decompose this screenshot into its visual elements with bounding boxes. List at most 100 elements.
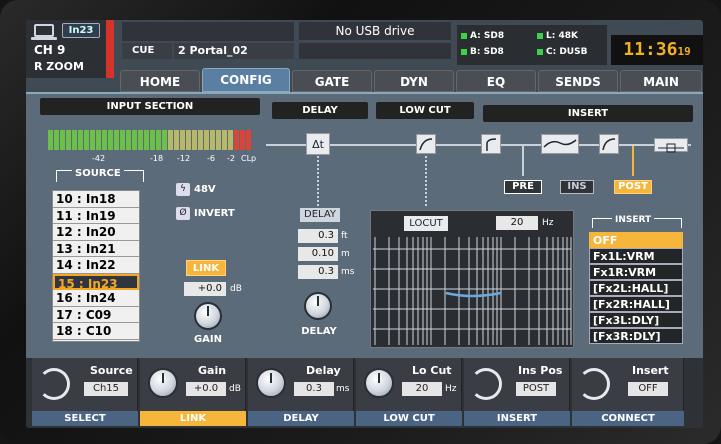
list-item[interactable]: 13 : In21 — [53, 241, 139, 257]
gain-encoder-knob[interactable] — [148, 368, 178, 398]
encoder-strip: Source Ch15 SELECT Gain +0.0 dB LINK Del… — [26, 358, 703, 428]
gain-label: GAIN — [193, 334, 223, 345]
ins-pos-ins[interactable]: INS — [560, 180, 594, 194]
encoder-delay[interactable]: Delay 0.3 ms — [248, 358, 354, 412]
tab-home[interactable]: HOME — [120, 70, 200, 92]
link-button[interactable]: LINK — [186, 260, 226, 276]
mixer-screen: In23 CH 9 R ZOOM CUE 2 Portal_02 No USB … — [26, 20, 703, 428]
invert-icon[interactable]: Ø — [176, 207, 190, 220]
cue-name[interactable]: 2 Portal_02 — [174, 43, 294, 59]
meter-tick: -18 — [150, 154, 164, 163]
delay-ft-value[interactable]: 0.3 — [298, 229, 338, 243]
encoder-ring-icon — [578, 368, 610, 400]
connect-button[interactable]: CONNECT — [572, 411, 684, 426]
list-item-selected[interactable]: OFF — [589, 232, 683, 248]
status-c-led-icon — [537, 48, 543, 55]
lowcut-graph[interactable] — [370, 210, 574, 348]
phantom-power-icon[interactable]: ϟ — [176, 183, 190, 196]
encoder-source[interactable]: Source Ch15 — [32, 358, 138, 412]
meter-segment — [114, 130, 119, 150]
meter-segment — [156, 130, 161, 150]
delay-footer-button[interactable]: DELAY — [248, 411, 354, 426]
list-item[interactable]: [Fx2R:HALL] — [589, 296, 683, 312]
source-list[interactable]: 10 : In18 11 : In19 12 : In20 13 : In21 … — [52, 190, 140, 342]
meter-segment — [192, 130, 197, 150]
link-footer-button[interactable]: LINK — [140, 411, 246, 426]
gain-value[interactable]: +0.0 — [184, 282, 226, 296]
pre-connector — [522, 146, 524, 176]
meter-segment — [108, 130, 113, 150]
channel-color-bar — [106, 20, 114, 78]
list-item[interactable]: 11 : In19 — [53, 208, 139, 224]
header-spacer — [122, 22, 294, 41]
ins-pos-post[interactable]: POST — [614, 180, 652, 194]
meter-tick: -12 — [177, 154, 191, 163]
lowcut-connector — [425, 156, 427, 206]
tab-gate[interactable]: GATE — [292, 70, 372, 92]
meter-segment — [96, 130, 101, 150]
list-item[interactable]: 17 : C09 — [53, 307, 139, 323]
zoom-label: R ZOOM — [34, 60, 84, 73]
meter-segment — [84, 130, 89, 150]
ins-pos-pre[interactable]: PRE — [504, 180, 542, 194]
delay-knob[interactable] — [304, 292, 332, 320]
hpf-block-icon[interactable] — [481, 134, 501, 154]
status-l-led-icon — [537, 32, 543, 39]
delay-m-value[interactable]: 0.10 — [298, 247, 338, 261]
encoder-title: Source — [90, 364, 133, 377]
list-item[interactable]: 14 : In22 — [53, 257, 139, 274]
list-item[interactable]: 18 : C10 — [53, 323, 139, 340]
locut-toggle[interactable]: LOCUT — [404, 216, 448, 231]
encoder-insert[interactable]: Insert OFF — [572, 358, 684, 412]
encoder-locut[interactable]: Lo Cut 20 Hz — [356, 358, 462, 412]
tab-sends[interactable]: SENDS — [538, 70, 618, 92]
locut-encoder-knob[interactable] — [364, 368, 394, 398]
meter-segment — [222, 130, 227, 150]
list-item[interactable]: [Fx3L:DLY] — [589, 312, 683, 328]
delay-m-unit: m — [341, 249, 350, 259]
list-item[interactable]: Fx1R:VRM — [589, 264, 683, 280]
invert-label: INVERT — [194, 208, 235, 219]
gain-knob[interactable] — [194, 302, 222, 330]
meter-segment — [174, 130, 179, 150]
meter-segment — [228, 130, 233, 150]
meter-segment — [150, 130, 155, 150]
fader-block-icon[interactable] — [654, 138, 688, 153]
list-item[interactable]: [Fx3R:DLY] — [589, 328, 683, 344]
encoder-value: OFF — [628, 382, 668, 396]
dyn-block-icon[interactable] — [599, 134, 619, 154]
delay-block-icon[interactable]: Δt — [306, 133, 330, 155]
list-item[interactable]: 12 : In20 — [53, 224, 139, 241]
encoder-unit: ms — [336, 384, 350, 394]
list-item[interactable]: 10 : In18 — [53, 191, 139, 208]
tab-main[interactable]: MAIN — [620, 70, 702, 92]
encoder-gain[interactable]: Gain +0.0 dB — [140, 358, 246, 412]
input-meter — [48, 130, 260, 152]
select-button[interactable]: SELECT — [32, 411, 138, 426]
insert-footer-button[interactable]: INSERT — [464, 411, 570, 426]
delay-ms-value[interactable]: 0.3 — [298, 265, 338, 279]
lowcut-footer-button[interactable]: LOW CUT — [356, 411, 462, 426]
status-b: B: SD8 — [461, 47, 504, 57]
meter-tick: -6 — [207, 154, 215, 163]
clock-hm: 11:36 — [623, 39, 678, 60]
list-item[interactable]: 16 : In24 — [53, 290, 139, 307]
encoder-value: +0.0 — [186, 382, 226, 396]
encoder-value: Ch15 — [84, 382, 128, 396]
list-item[interactable]: [Fx2L:HALL] — [589, 280, 683, 296]
insert-list[interactable]: OFF Fx1L:VRM Fx1R:VRM [Fx2L:HALL] [Fx2R:… — [589, 232, 683, 344]
list-item[interactable]: Fx1L:VRM — [589, 248, 683, 264]
locut-freq[interactable]: 20 — [496, 216, 538, 230]
meter-segment — [186, 130, 191, 150]
tab-dyn[interactable]: DYN — [374, 70, 454, 92]
lowcut-block-icon[interactable] — [416, 134, 436, 154]
frequency-grid — [373, 237, 572, 345]
list-item-selected[interactable]: 15 : In23 — [53, 273, 139, 291]
encoder-inspos[interactable]: Ins Pos POST — [464, 358, 570, 412]
channel-box[interactable]: In23 CH 9 R ZOOM — [26, 20, 106, 78]
tab-config[interactable]: CONFIG — [202, 68, 290, 92]
meter-tick: -2 — [227, 154, 235, 163]
eq-block-icon[interactable] — [541, 134, 579, 154]
tab-eq[interactable]: EQ — [456, 70, 536, 92]
delay-encoder-knob[interactable] — [256, 368, 286, 398]
